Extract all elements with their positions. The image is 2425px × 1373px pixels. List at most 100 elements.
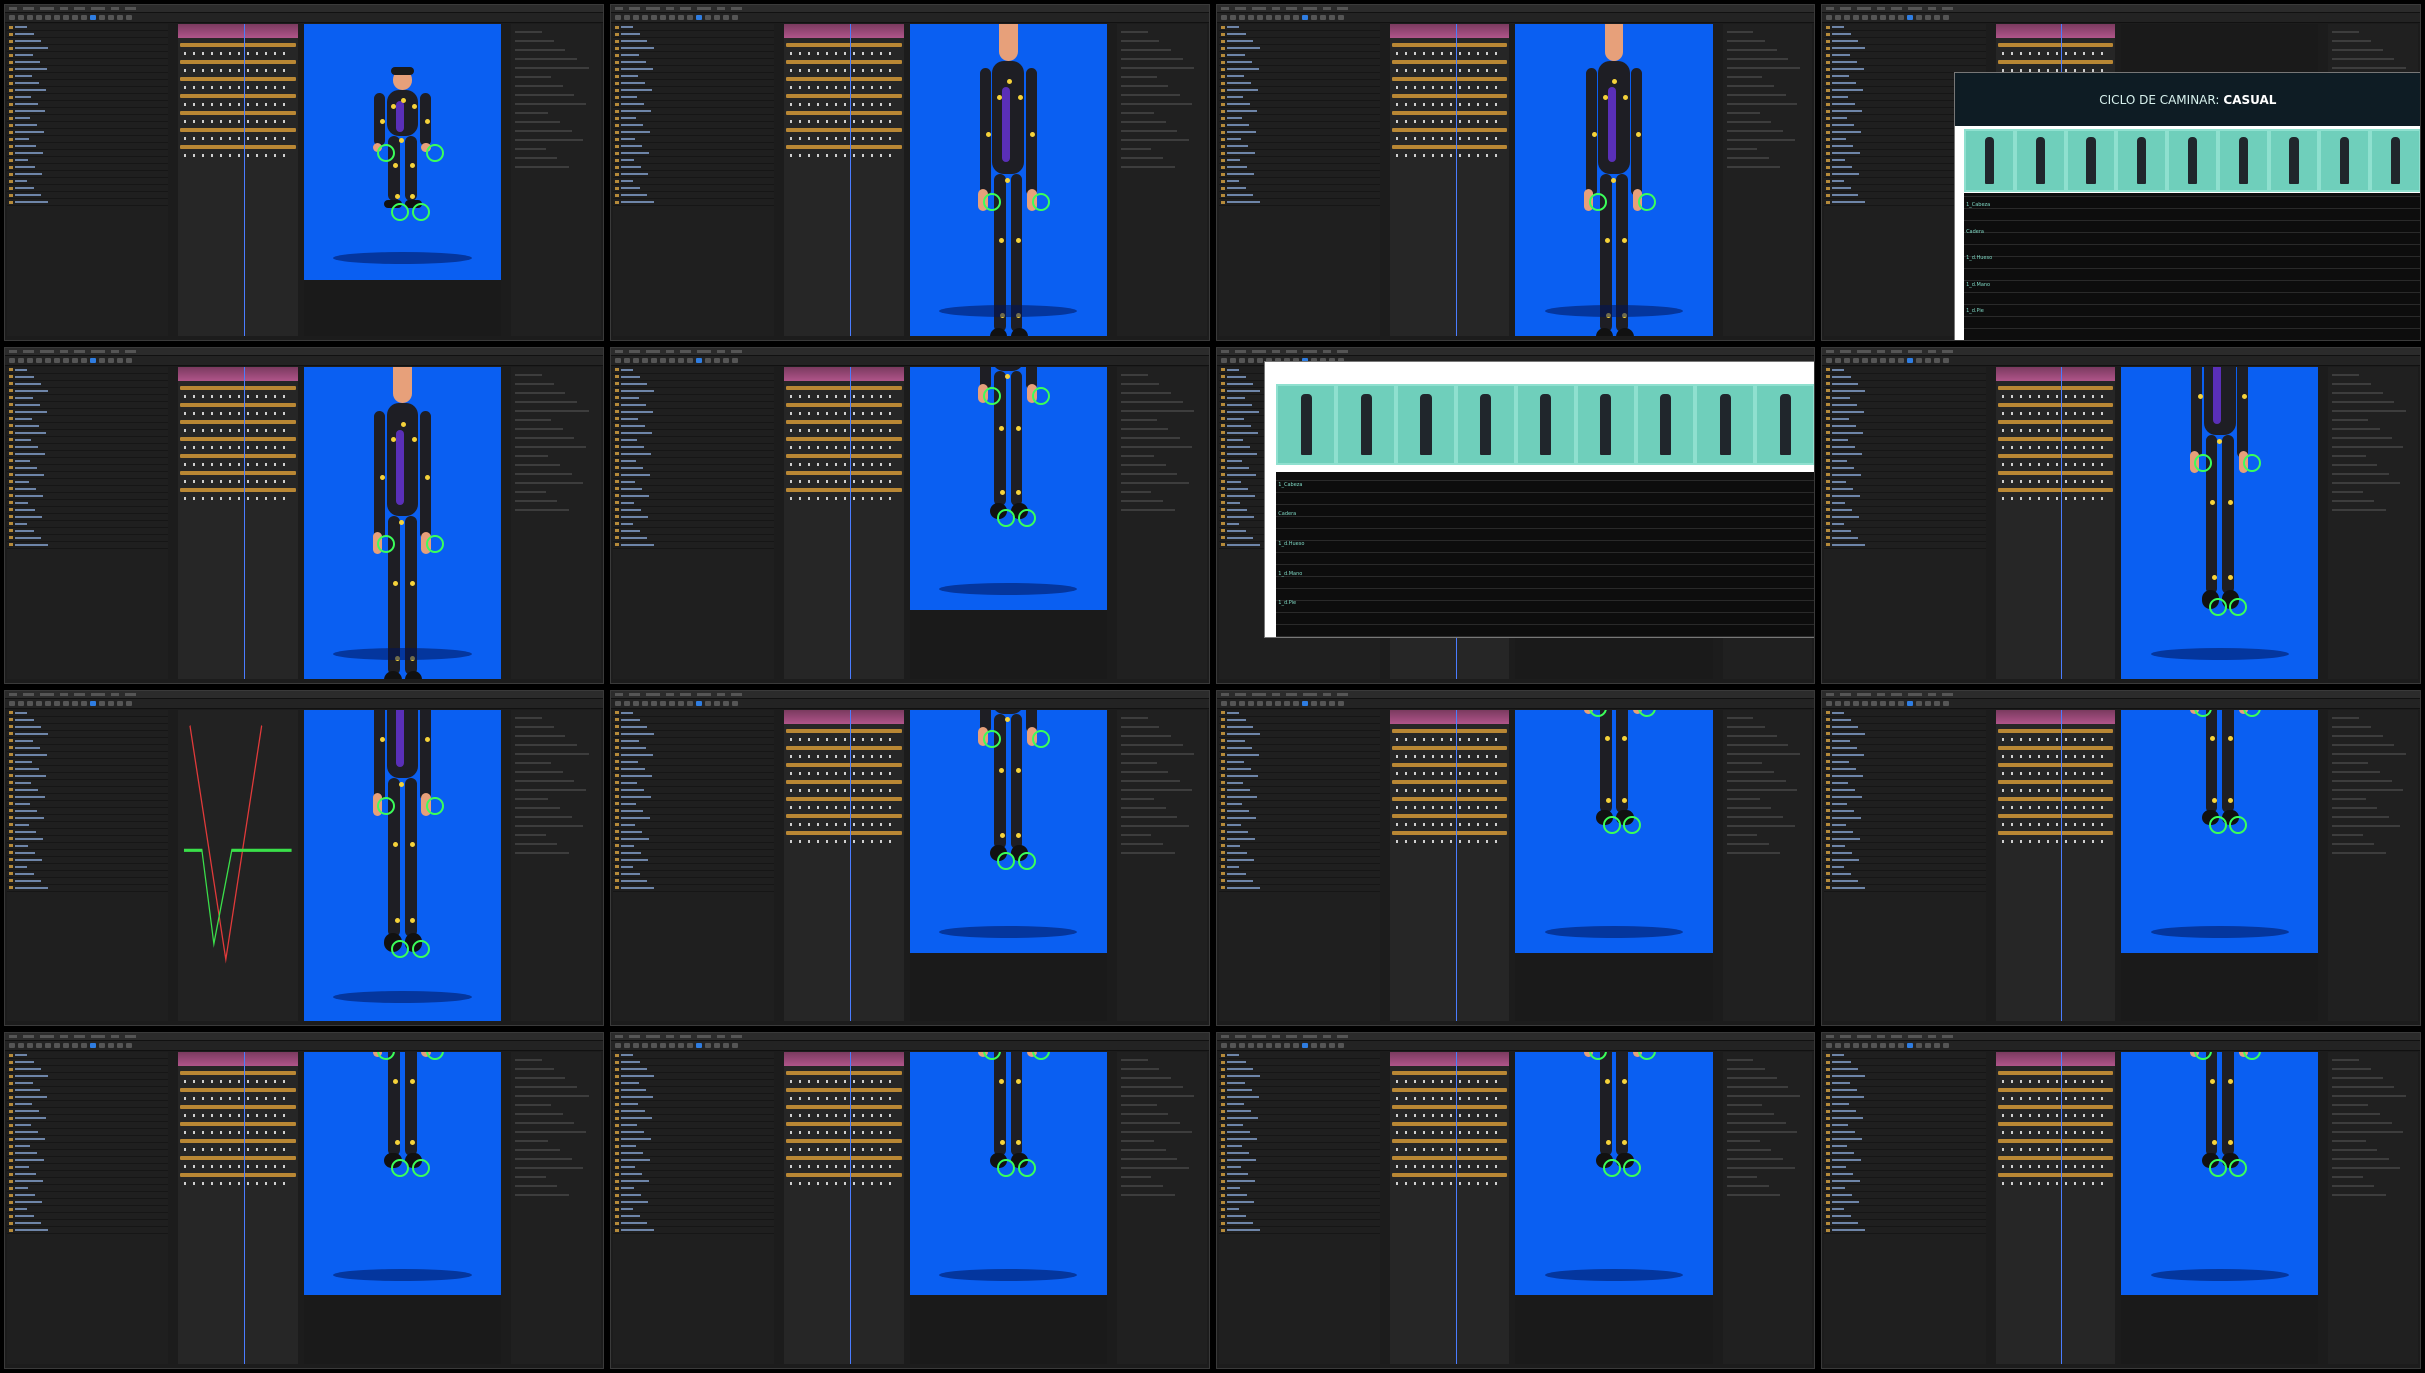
layer-row[interactable] bbox=[1824, 1164, 1986, 1172]
keyframe-dots[interactable] bbox=[2001, 754, 2110, 758]
layer-row[interactable] bbox=[1218, 1122, 1380, 1130]
layer-row[interactable] bbox=[7, 423, 169, 430]
layer-row[interactable] bbox=[7, 864, 169, 871]
layer-row[interactable] bbox=[612, 542, 775, 549]
keyframe-track[interactable] bbox=[1997, 1173, 2114, 1178]
property-row[interactable] bbox=[1120, 1140, 1155, 1143]
work-area-bar[interactable] bbox=[1995, 366, 2116, 381]
menu-item[interactable] bbox=[614, 7, 623, 10]
property-row[interactable] bbox=[2332, 770, 2380, 773]
rig-joint[interactable] bbox=[998, 237, 1004, 243]
ik-controller[interactable] bbox=[411, 202, 430, 221]
keyframe-dots[interactable] bbox=[184, 496, 292, 500]
tool-icon[interactable] bbox=[614, 15, 621, 20]
layer-row[interactable] bbox=[1218, 1073, 1380, 1081]
property-row[interactable] bbox=[2332, 40, 2371, 42]
layer-row[interactable] bbox=[1218, 199, 1380, 206]
property-row[interactable] bbox=[2332, 734, 2383, 737]
composition-canvas[interactable] bbox=[303, 24, 502, 280]
tool-icon[interactable] bbox=[1292, 700, 1299, 706]
ik-controller[interactable] bbox=[1017, 851, 1036, 870]
tool-icon[interactable] bbox=[90, 700, 96, 706]
layer-row[interactable] bbox=[612, 402, 775, 409]
property-row[interactable] bbox=[1120, 761, 1157, 764]
property-row[interactable] bbox=[515, 806, 560, 809]
menu-item[interactable] bbox=[1942, 349, 1954, 353]
property-row[interactable] bbox=[1726, 734, 1777, 737]
tool-icon[interactable] bbox=[686, 15, 693, 20]
property-row[interactable] bbox=[1726, 94, 1786, 96]
menu-item[interactable] bbox=[679, 1035, 691, 1039]
layer-row[interactable] bbox=[1824, 395, 1986, 402]
composition-canvas[interactable] bbox=[303, 709, 502, 1022]
playhead[interactable] bbox=[1455, 1052, 1457, 1364]
layer-row[interactable] bbox=[7, 1122, 169, 1130]
layer-row[interactable] bbox=[612, 759, 775, 766]
menu-item[interactable] bbox=[125, 349, 136, 353]
layer-row[interactable] bbox=[7, 1143, 169, 1151]
property-row[interactable] bbox=[1120, 716, 1148, 719]
menu-item[interactable] bbox=[1234, 692, 1246, 696]
property-row[interactable] bbox=[2332, 58, 2395, 60]
layer-row[interactable] bbox=[612, 1157, 775, 1165]
ik-controller[interactable] bbox=[2243, 1052, 2262, 1060]
layer-row[interactable] bbox=[1218, 1199, 1380, 1207]
tool-icon[interactable] bbox=[36, 357, 42, 363]
keyframe-track[interactable] bbox=[1997, 43, 2114, 47]
menu-item[interactable] bbox=[1251, 1035, 1266, 1039]
menu-item[interactable] bbox=[40, 349, 54, 353]
keyframe-track[interactable] bbox=[786, 111, 902, 115]
layer-row[interactable] bbox=[1218, 766, 1380, 773]
layer-row[interactable] bbox=[612, 73, 775, 80]
menu-item[interactable] bbox=[40, 1035, 54, 1039]
tool-icon[interactable] bbox=[108, 700, 114, 706]
layer-row[interactable] bbox=[1824, 1122, 1986, 1130]
layer-row[interactable] bbox=[7, 73, 169, 80]
composition-viewer[interactable] bbox=[2121, 366, 2319, 679]
composition-viewer[interactable] bbox=[2121, 709, 2319, 1022]
keyframe-dots[interactable] bbox=[2001, 479, 2110, 483]
layer-row[interactable] bbox=[1218, 1136, 1380, 1144]
rig-joint[interactable] bbox=[1621, 1078, 1627, 1084]
layer-row[interactable] bbox=[1824, 500, 1986, 507]
tool-icon[interactable] bbox=[1328, 1043, 1335, 1049]
menu-item[interactable] bbox=[1322, 692, 1331, 696]
tool-icon[interactable] bbox=[677, 1043, 684, 1049]
tool-icon[interactable] bbox=[1337, 15, 1344, 20]
property-row[interactable] bbox=[2332, 833, 2363, 836]
keyframe-track[interactable] bbox=[180, 1071, 296, 1076]
composition-canvas[interactable] bbox=[909, 709, 1107, 953]
keyframe-track[interactable] bbox=[786, 145, 902, 149]
menu-item[interactable] bbox=[665, 1035, 674, 1039]
layer-row[interactable] bbox=[7, 94, 169, 101]
tool-icon[interactable] bbox=[36, 700, 42, 706]
menu-item[interactable] bbox=[645, 1035, 660, 1039]
layer-row[interactable] bbox=[7, 724, 169, 731]
property-row[interactable] bbox=[1726, 49, 1777, 51]
layer-row[interactable] bbox=[1218, 1192, 1380, 1200]
menu-item[interactable] bbox=[679, 7, 691, 10]
composition-viewer[interactable] bbox=[303, 24, 502, 336]
keyframe-track[interactable] bbox=[180, 60, 296, 64]
layer-row[interactable] bbox=[1824, 1094, 1986, 1102]
menu-item[interactable] bbox=[1942, 1035, 1954, 1039]
property-row[interactable] bbox=[1726, 1113, 1775, 1116]
property-row[interactable] bbox=[1120, 445, 1192, 448]
tool-icon[interactable] bbox=[1898, 1043, 1905, 1049]
keyframe-track[interactable] bbox=[180, 402, 296, 407]
layer-row[interactable] bbox=[612, 87, 775, 94]
layer-row[interactable] bbox=[612, 801, 775, 808]
menu-item[interactable] bbox=[74, 1035, 85, 1039]
tool-icon[interactable] bbox=[9, 700, 15, 706]
tool-icon[interactable] bbox=[1934, 357, 1941, 363]
menu-item[interactable] bbox=[1336, 692, 1348, 696]
property-row[interactable] bbox=[2332, 797, 2366, 800]
layer-row[interactable] bbox=[7, 108, 169, 115]
layer-row[interactable] bbox=[7, 829, 169, 836]
playhead[interactable] bbox=[1455, 709, 1457, 1022]
menu-item[interactable] bbox=[679, 349, 691, 353]
layer-row[interactable] bbox=[612, 535, 775, 542]
layer-row[interactable] bbox=[612, 199, 775, 206]
layer-row[interactable] bbox=[7, 479, 169, 486]
layer-row[interactable] bbox=[612, 444, 775, 451]
